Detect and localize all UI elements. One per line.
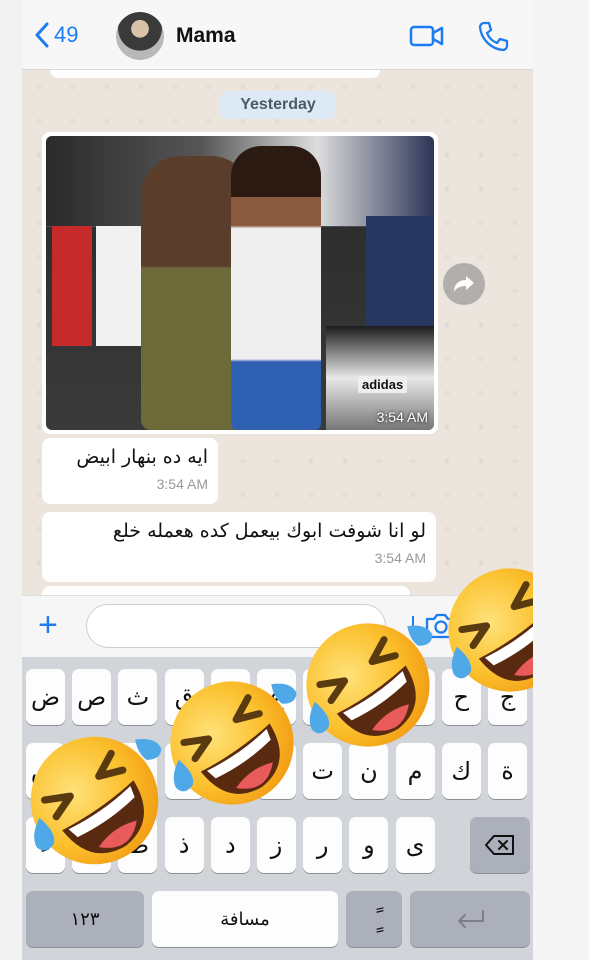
message-text: ايه ده بنهار ابيض xyxy=(76,446,208,468)
contact-name[interactable]: Mama xyxy=(176,24,236,48)
phone-screen: 49 Mama Yesterday adidas 3:54 AM ايه ده … xyxy=(22,0,533,960)
previous-message-bubble xyxy=(50,70,380,78)
photo-white-shirt xyxy=(96,226,141,346)
photo-timestamp: 3:54 AM xyxy=(376,409,428,425)
message-bubble[interactable]: لو انا شوفت ابوك بيعمل كده هعمله خلع 3:5… xyxy=(42,512,436,582)
key-row3-3[interactable]: ذ xyxy=(164,817,204,873)
backspace-icon xyxy=(485,835,514,855)
video-call-icon[interactable] xyxy=(409,24,445,48)
phone-icon[interactable] xyxy=(477,20,509,52)
right-margin xyxy=(533,0,589,960)
rolling-laughing-emoji xyxy=(440,560,533,700)
message-time: 3:54 AM xyxy=(374,550,426,566)
return-icon xyxy=(458,910,484,928)
chat-header: 49 Mama xyxy=(22,0,533,70)
rolling-laughing-emoji xyxy=(162,673,302,813)
plus-icon[interactable]: + xyxy=(38,608,58,642)
photo-message[interactable]: adidas 3:54 AM xyxy=(42,132,438,434)
forward-icon xyxy=(454,276,474,292)
photo-person-man xyxy=(231,146,321,430)
key-row3-7[interactable]: و xyxy=(349,817,389,873)
date-chip: Yesterday xyxy=(220,91,336,119)
numbers-key[interactable]: ١٢٣ xyxy=(26,891,144,947)
key-row2-10[interactable]: ة xyxy=(488,743,527,799)
back-button[interactable]: 49 xyxy=(34,22,78,48)
photo-red-shirt xyxy=(52,226,92,346)
left-margin xyxy=(0,0,22,960)
forward-button[interactable] xyxy=(443,263,485,305)
chevron-left-icon xyxy=(35,22,49,48)
backspace-key[interactable] xyxy=(470,817,530,873)
key-row3-6[interactable]: ر xyxy=(303,817,343,873)
key-row3-4[interactable]: د xyxy=(210,817,250,873)
key-row1-1[interactable]: ص xyxy=(72,669,112,725)
message-time: 3:54 AM xyxy=(156,476,208,492)
photo-hoodie xyxy=(366,216,434,326)
chat-area[interactable]: Yesterday adidas 3:54 AM ايه ده بنهار اب… xyxy=(22,70,533,598)
diacritic-key[interactable]: ًٍ xyxy=(346,891,402,947)
unread-count: 49 xyxy=(54,22,79,47)
key-row3-8[interactable]: ى xyxy=(395,817,435,873)
message-bubble[interactable]: ايه ده بنهار ابيض 3:54 AM xyxy=(42,438,218,504)
rolling-laughing-emoji xyxy=(22,728,167,873)
key-row1-0[interactable]: ض xyxy=(26,669,65,725)
rolling-laughing-emoji xyxy=(298,615,438,755)
avatar[interactable] xyxy=(116,12,164,60)
key-row1-2[interactable]: ث xyxy=(118,669,158,725)
return-key[interactable] xyxy=(410,891,530,947)
key-row3-5[interactable]: ز xyxy=(257,817,296,873)
key-row2-9[interactable]: ك xyxy=(441,743,481,799)
photo-brand-text: adidas xyxy=(358,376,408,393)
space-key[interactable]: مسافة xyxy=(152,891,338,947)
message-text: لو انا شوفت ابوك بيعمل كده هعمله خلع xyxy=(112,520,426,542)
photo-image[interactable]: adidas 3:54 AM xyxy=(46,136,434,430)
